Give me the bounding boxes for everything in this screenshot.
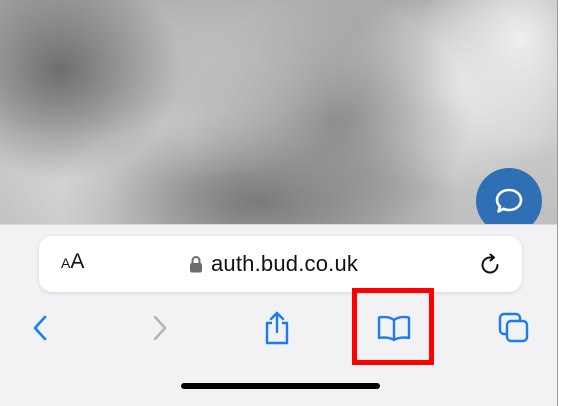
share-icon bbox=[265, 311, 289, 345]
reader-mode-button[interactable]: A A bbox=[61, 250, 84, 278]
back-button[interactable] bbox=[18, 306, 62, 350]
chat-bubble-icon bbox=[495, 188, 523, 213]
blurred-web-content bbox=[0, 0, 558, 226]
window-edge bbox=[557, 0, 565, 406]
chevron-left-icon bbox=[33, 315, 47, 341]
url-display[interactable]: auth.bud.co.uk bbox=[189, 250, 358, 278]
address-bar[interactable]: A A auth.bud.co.uk bbox=[39, 236, 522, 292]
reader-big-a: A bbox=[70, 250, 85, 273]
reader-small-a: A bbox=[61, 255, 71, 271]
forward-button[interactable] bbox=[138, 306, 182, 350]
chevron-right-icon bbox=[153, 315, 167, 341]
share-button[interactable] bbox=[255, 306, 299, 350]
lock-icon bbox=[190, 256, 202, 273]
bookmarks-button[interactable] bbox=[372, 306, 416, 350]
tabs-button[interactable] bbox=[492, 306, 536, 350]
url-text: auth.bud.co.uk bbox=[211, 251, 359, 276]
reload-icon bbox=[481, 253, 499, 274]
reload-button[interactable] bbox=[476, 250, 504, 278]
tabs-icon bbox=[498, 312, 529, 343]
safari-screen: A A auth.bud.co.uk bbox=[0, 0, 565, 406]
book-icon bbox=[377, 315, 411, 342]
home-indicator[interactable] bbox=[181, 383, 380, 389]
